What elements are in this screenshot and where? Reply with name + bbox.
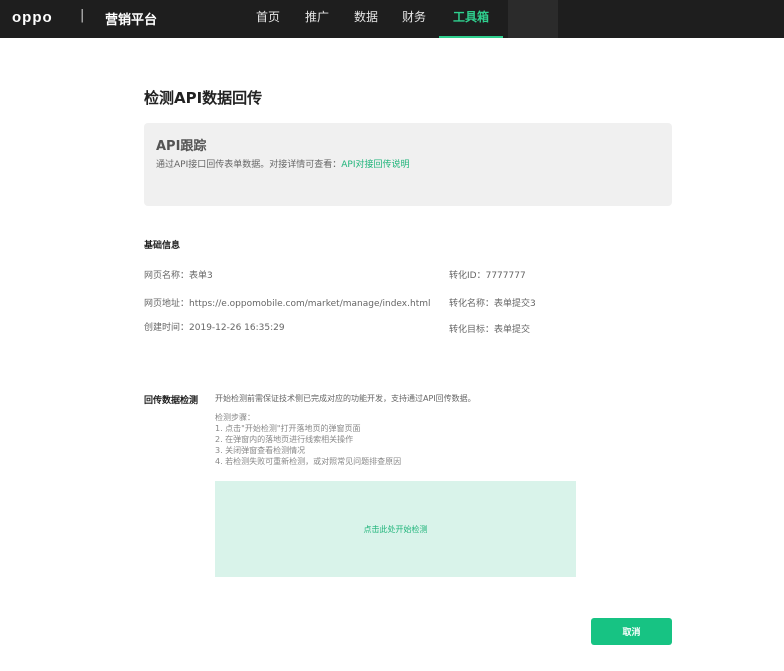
page-title: 检测API数据回传 [144,89,263,107]
check-steps-title: 检测步骤： [215,413,255,422]
created-time-row: 创建时间：2019-12-26 16:35:29 [144,320,285,333]
nav-data[interactable]: 数据 [354,0,378,38]
nav-finance[interactable]: 财务 [402,0,426,38]
info-box-desc-text: 通过API接口回传表单数据。对接详情可查看： [156,160,342,170]
page-url-value: https://e.oppomobile.com/market/manage/i… [189,299,431,309]
created-time-value: 2019-12-26 16:35:29 [189,323,285,333]
api-tracking-info-box: API跟踪 通过API接口回传表单数据。对接详情可查看：API对接回传说明 [144,123,672,206]
conversion-id-label: 转化ID： [449,271,486,281]
check-step-2: 2. 在弹窗内的落地页进行线索相关操作 [215,435,354,444]
nav-home[interactable]: 首页 [256,0,280,38]
nav-promotion[interactable]: 推广 [305,0,329,38]
info-box-description: 通过API接口回传表单数据。对接详情可查看：API对接回传说明 [156,157,410,170]
page-name-label: 网页名称： [144,271,190,281]
check-step-1: 1. 点击"开始检测"打开落地页的弹窗页面 [215,424,361,433]
logo-separator: | [80,8,85,23]
created-time-label: 创建时间： [144,323,190,333]
page-name-row: 网页名称：表单3 [144,268,213,281]
conversion-id-row: 转化ID：7777777 [449,268,526,281]
info-box-title: API跟踪 [156,139,207,154]
start-detection-area[interactable]: 点击此处开始检测 [215,481,576,577]
check-step-3: 3. 关闭弹窗查看检测情况 [215,446,306,455]
conversion-goal-label: 转化目标： [449,325,495,335]
oppo-logo[interactable]: oppo [12,9,53,26]
start-detection-text[interactable]: 点击此处开始检测 [364,524,428,535]
conversion-goal-value: 表单提交 [494,325,531,335]
conversion-id-value: 7777777 [485,271,526,281]
conversion-name-value: 表单提交3 [494,299,536,309]
check-steps: 检测步骤： 1. 点击"开始检测"打开落地页的弹窗页面 2. 在弹窗内的落地页进… [215,412,401,467]
page-name-value: 表单3 [189,271,213,281]
cancel-button[interactable]: 取消 [591,618,672,645]
data-check-label: 回传数据检测 [144,396,199,406]
conversion-goal-row: 转化目标：表单提交 [449,322,530,335]
platform-title: 营销平台 [105,13,158,28]
conversion-name-label: 转化名称： [449,299,495,309]
page-url-row: 网页地址：https://e.oppomobile.com/market/man… [144,296,431,309]
basic-info-title: 基础信息 [144,241,181,251]
api-doc-link[interactable]: API对接回传说明 [341,160,409,170]
check-step-4: 4. 若检测失败可重新检测，或对照常见问题排查原因 [215,457,402,466]
nav-toolbox[interactable]: 工具箱 [439,0,504,38]
page-url-label: 网页地址： [144,299,190,309]
data-check-description: 开始检测前需保证技术侧已完成对应的功能开发，支持通过API回传数据。 [215,394,476,403]
top-nav-bar: oppo | 营销平台 首页 推广 数据 财务 工具箱 [0,0,784,38]
conversion-name-row: 转化名称：表单提交3 [449,296,536,309]
user-account-menu[interactable] [508,0,558,38]
